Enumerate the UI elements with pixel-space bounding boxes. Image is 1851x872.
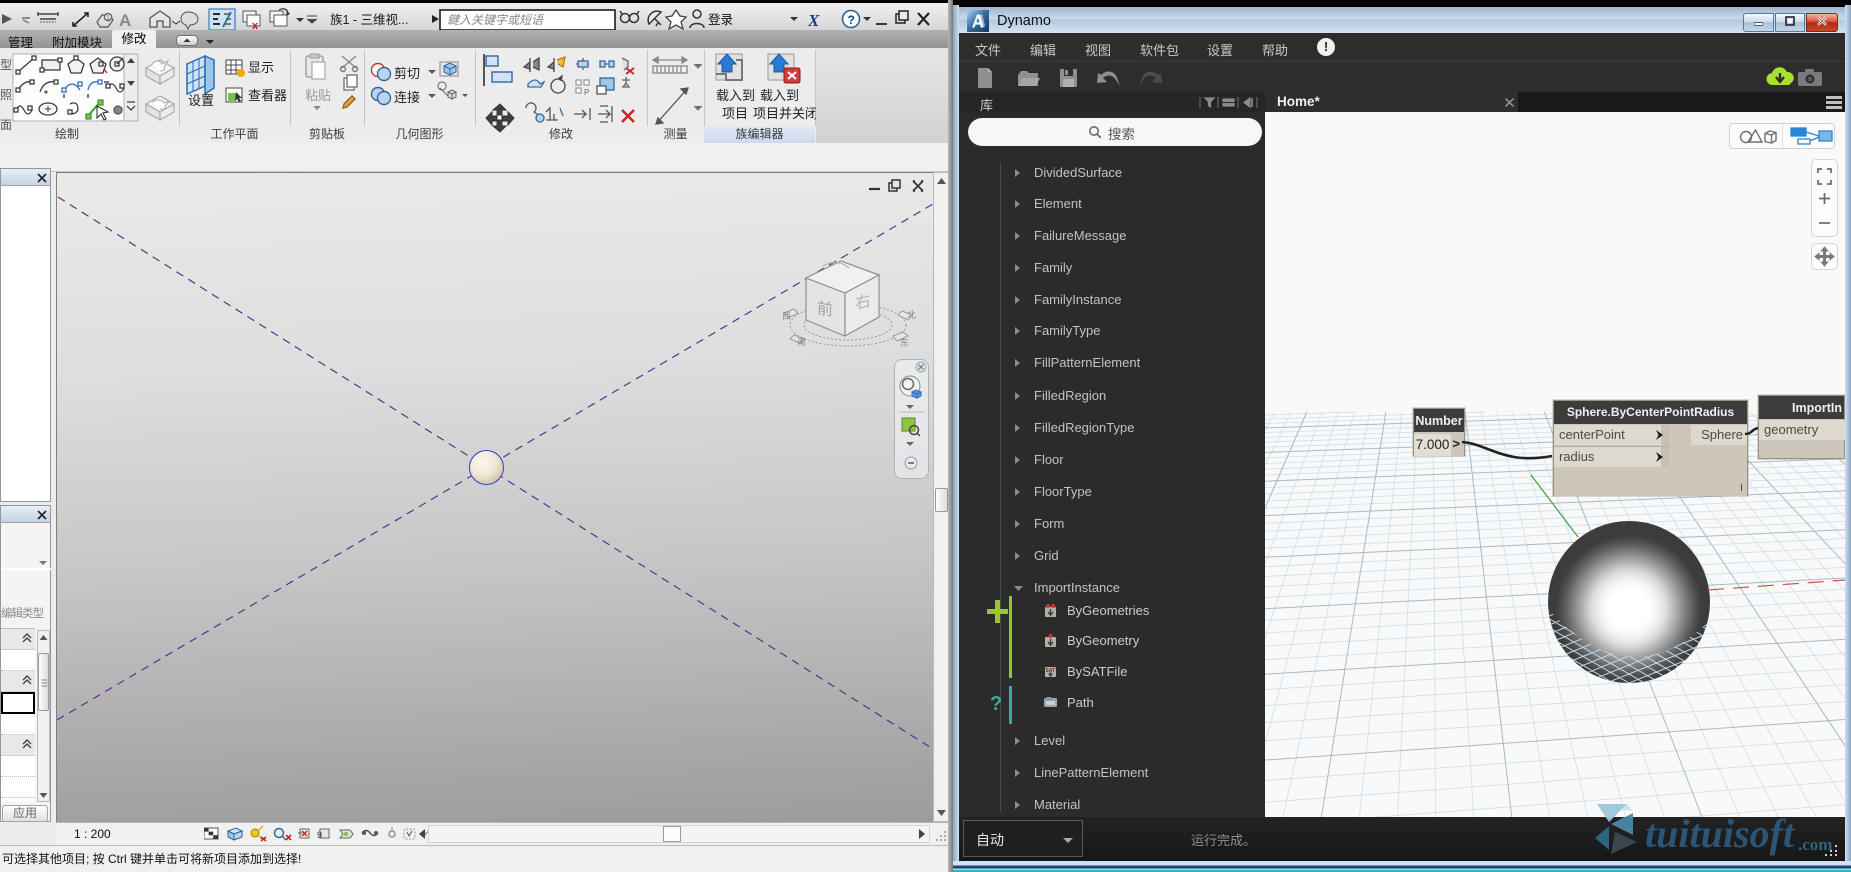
svg-text:连接: 连接	[394, 90, 420, 105]
svg-text:南: 南	[797, 336, 806, 347]
svg-text:载入到: 载入到	[716, 88, 755, 103]
svg-text:P: P	[584, 88, 589, 97]
svg-text:设置: 设置	[188, 93, 214, 108]
svg-text:tuituisoft: tuituisoft	[1645, 811, 1796, 856]
svg-text:A: A	[119, 11, 131, 30]
svg-text:查看器: 查看器	[248, 88, 287, 103]
svg-text:载入到: 载入到	[760, 88, 799, 103]
svg-text:鍵入关键字或短语: 鍵入关键字或短语	[447, 13, 545, 27]
svg-text:1: 1	[106, 15, 110, 22]
svg-text:剪切: 剪切	[394, 66, 420, 81]
svg-text:9: 9	[317, 830, 322, 840]
svg-text:粘贴: 粘贴	[305, 88, 331, 103]
svg-text:北: 北	[907, 310, 916, 320]
svg-text:X: X	[807, 11, 820, 30]
svg-text:西: 西	[782, 311, 791, 321]
svg-text:东: 东	[900, 337, 909, 348]
svg-text:项目并关闭: 项目并关闭	[753, 106, 816, 121]
svg-text:项目: 项目	[722, 106, 748, 121]
svg-text:?: ?	[848, 13, 855, 27]
svg-text:族1 - 三维视...: 族1 - 三维视...	[330, 12, 408, 27]
svg-text:右: 右	[855, 292, 871, 313]
svg-text:显示: 显示	[248, 60, 274, 75]
svg-text:前: 前	[817, 299, 833, 320]
svg-text:登录: 登录	[708, 12, 733, 27]
